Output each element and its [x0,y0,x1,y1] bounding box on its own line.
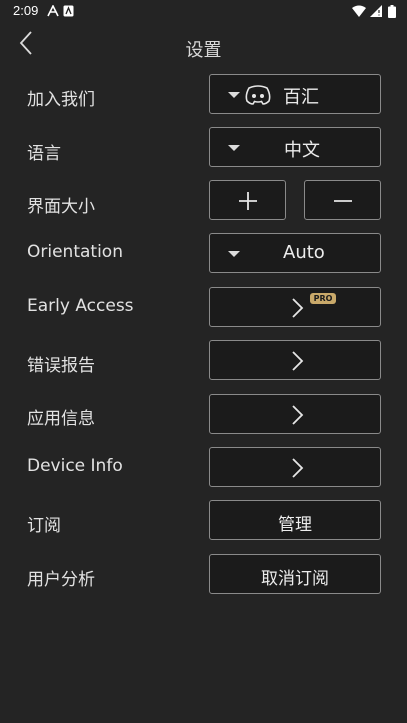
wifi-icon [352,5,366,17]
pro-badge: PRO [310,293,336,304]
error-report-label: 错误报告 [27,356,95,376]
dropdown-arrow-icon [228,92,240,98]
language-value: 中文 [284,140,320,161]
device-info-button[interactable] [209,447,381,487]
chevron-right-icon [292,351,304,371]
ui-size-decrease-button[interactable] [304,180,381,220]
orientation-dropdown[interactable]: Auto [209,233,381,273]
page-title: 设置 [185,40,222,61]
language-label: 语言 [27,144,61,164]
app-info-button[interactable] [209,394,381,434]
battery-icon [388,5,396,18]
device-info-label: Device Info [27,456,123,476]
orientation-label: Orientation [27,242,123,262]
unsubscribe-analytics-button[interactable]: 取消订阅 [209,554,381,594]
signal-icon [370,5,382,17]
join-us-value: 百汇 [283,87,319,108]
manage-subscription-button[interactable]: 管理 [209,500,381,540]
orientation-value: Auto [283,242,325,263]
language-dropdown[interactable]: 中文 [209,127,381,167]
discord-icon [245,85,271,105]
chevron-right-icon [292,458,304,478]
status-time: 2:09 [13,3,39,18]
error-report-button[interactable] [209,340,381,380]
notification-icon [63,5,74,17]
dropdown-arrow-icon [228,251,240,257]
chevron-right-icon [292,298,304,318]
early-access-label: Early Access [27,296,134,316]
a-icon [47,5,59,17]
ui-size-label: 界面大小 [27,197,95,217]
manage-button-label: 管理 [278,515,312,535]
join-us-dropdown[interactable]: 百汇 [209,74,381,114]
plus-icon [239,192,257,210]
early-access-button[interactable]: PRO [209,287,381,327]
minus-icon [334,200,352,202]
status-bar: 2:09 [0,0,407,24]
user-analytics-label: 用户分析 [27,570,95,590]
subscription-label: 订阅 [27,516,61,536]
ui-size-increase-button[interactable] [209,180,286,220]
unsubscribe-button-label: 取消订阅 [261,569,329,589]
dropdown-arrow-icon [228,145,240,151]
join-us-label: 加入我们 [27,90,95,110]
app-info-label: 应用信息 [27,409,95,429]
chevron-right-icon [292,405,304,425]
